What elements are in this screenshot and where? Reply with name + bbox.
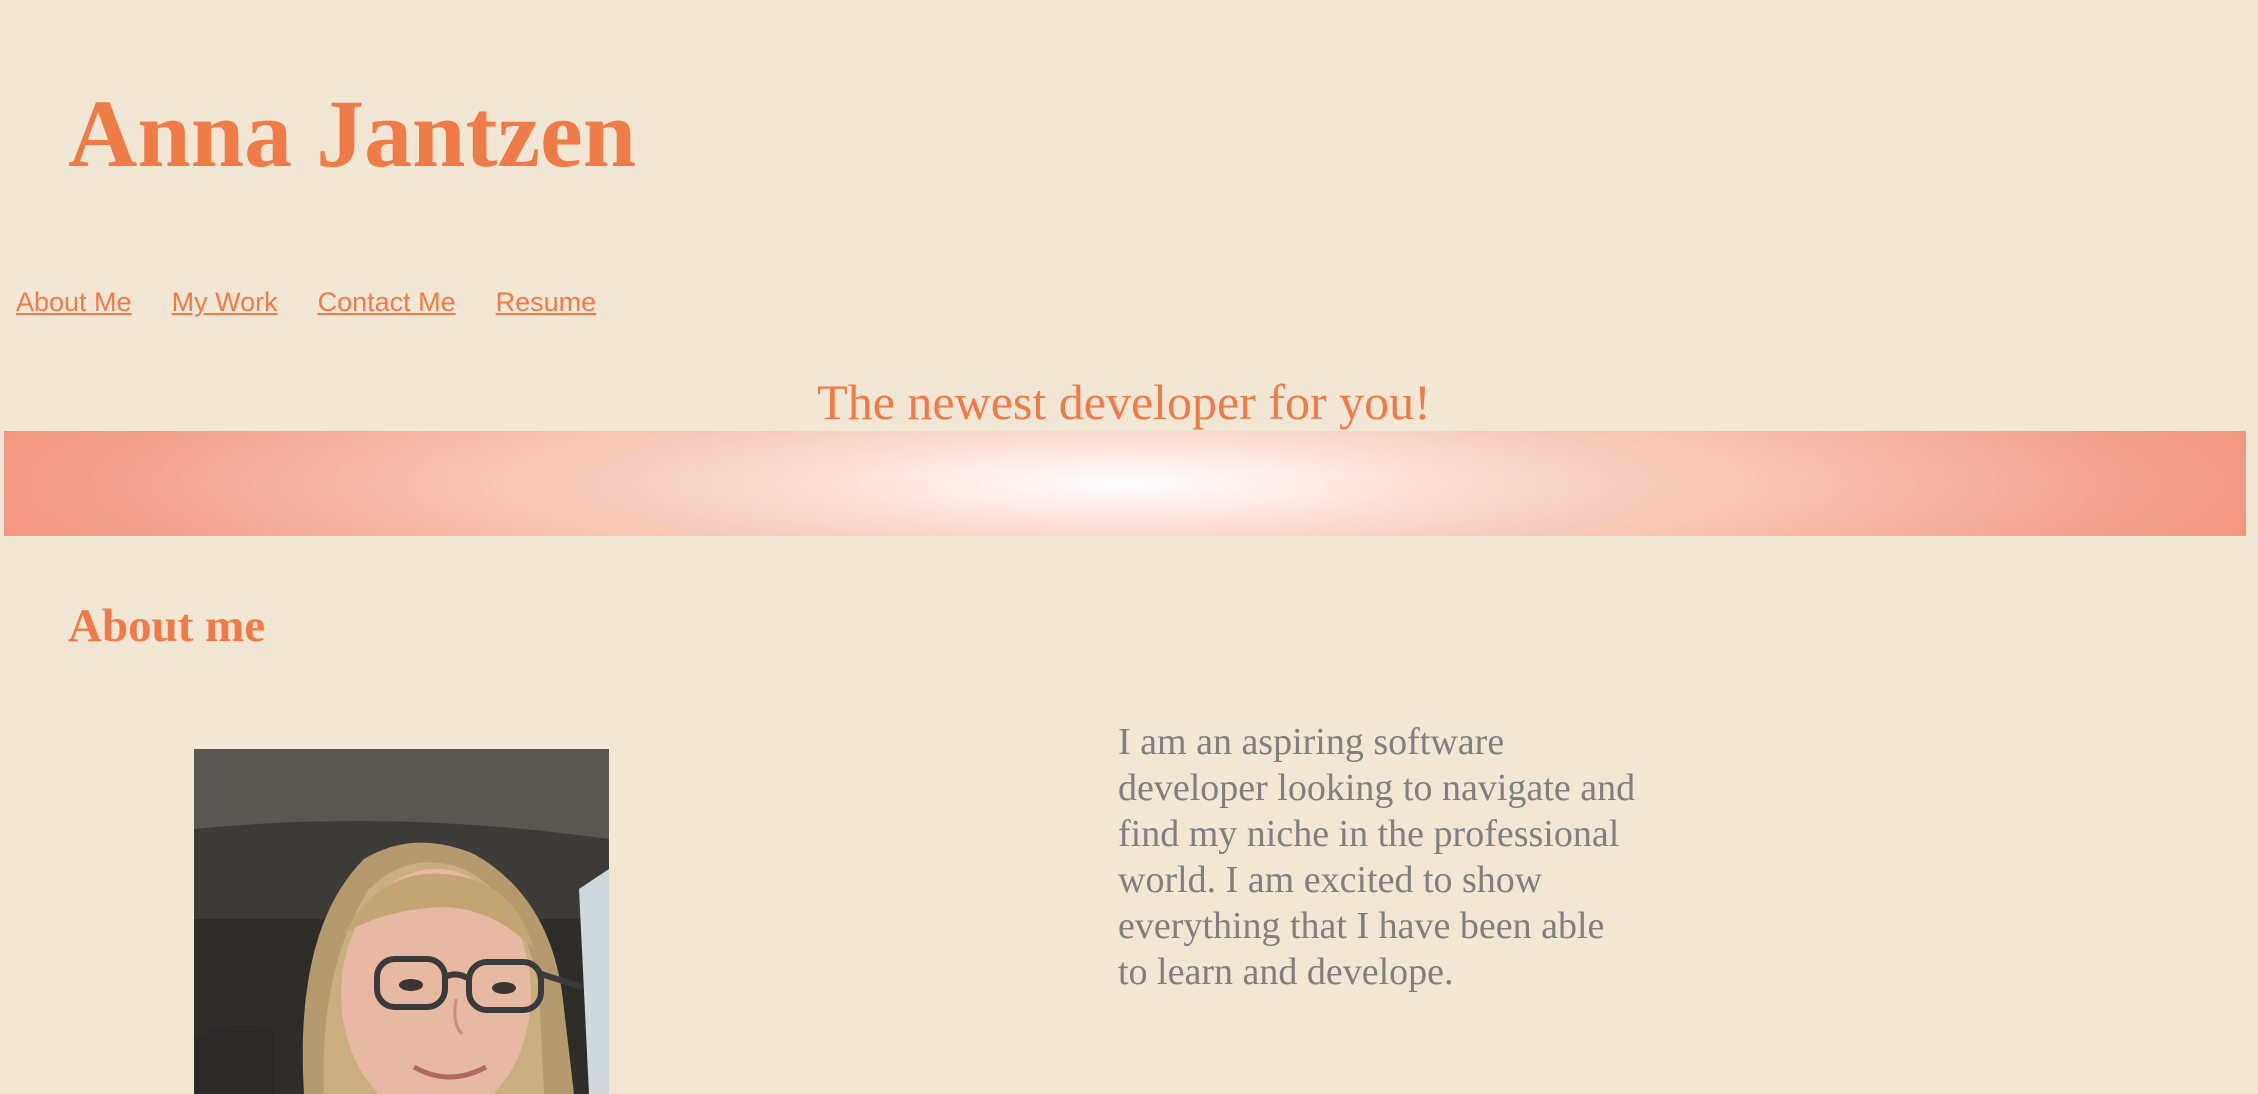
nav-link-my-work[interactable]: My Work <box>172 284 278 320</box>
gradient-banner <box>4 431 2246 536</box>
nav-link-resume[interactable]: Resume <box>496 284 597 320</box>
about-heading: About me <box>68 600 266 652</box>
profile-photo <box>194 749 609 1094</box>
main-nav: About Me My Work Contact Me Resume <box>16 284 596 320</box>
hero-tagline: The newest developer for you! <box>817 374 1431 430</box>
about-text: I am an aspiring software developer look… <box>1118 721 1636 993</box>
nav-link-about-me[interactable]: About Me <box>16 284 132 320</box>
nav-link-contact-me[interactable]: Contact Me <box>318 284 456 320</box>
site-title: Anna Jantzen <box>68 80 637 187</box>
